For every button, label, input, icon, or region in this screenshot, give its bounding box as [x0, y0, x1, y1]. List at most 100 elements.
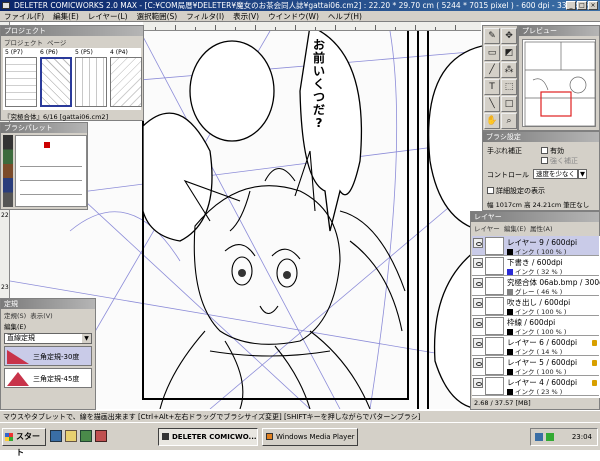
- eye-icon[interactable]: [473, 258, 483, 268]
- taskbar-label: DELETER COMICWO...: [172, 433, 257, 441]
- brush-panel: ブラシパレット: [0, 122, 88, 210]
- page-thumbnail[interactable]: [75, 57, 107, 107]
- menu-layer[interactable]: レイヤー(L): [88, 11, 128, 22]
- start-button[interactable]: スタート: [2, 428, 46, 457]
- eye-icon[interactable]: [473, 278, 483, 288]
- preview-panel-title: プレビュー: [519, 26, 599, 36]
- page-thumbnail[interactable]: [5, 57, 37, 107]
- eye-icon[interactable]: [473, 318, 483, 328]
- ie-icon[interactable]: [50, 430, 62, 442]
- detail-checkbox[interactable]: 詳細設定の表示: [487, 186, 545, 196]
- brush-tool-icon[interactable]: ╱: [484, 62, 500, 78]
- lock-icon[interactable]: [592, 360, 597, 366]
- project-panel: プロジェクト プロジェクト ページ 5 (P7) 6 (P6) 5 (P5) 4…: [0, 25, 144, 121]
- menu-edit[interactable]: 編集(E): [53, 11, 79, 22]
- eye-icon[interactable]: [473, 238, 483, 248]
- page-thumbnail-selected[interactable]: [40, 57, 72, 107]
- desktop-icon[interactable]: [80, 430, 92, 442]
- pen-tool-icon[interactable]: ✎: [484, 28, 500, 44]
- page-thumbnail[interactable]: [110, 57, 142, 107]
- layer-item[interactable]: 枠線 / 600dpi インク ( 100 % ): [472, 316, 599, 336]
- line-tool-icon[interactable]: ╲: [484, 96, 500, 112]
- brush-icon[interactable]: [3, 135, 13, 207]
- tool-palette: ✎ ✥ ▭ ◩ ╱ ⁂ T ⬚ ╲ □ ✋ ⌕: [482, 25, 518, 131]
- eye-icon[interactable]: [473, 378, 483, 388]
- layer-sub: インク ( 100 % ): [515, 368, 567, 376]
- layer-item[interactable]: レイヤー 6 / 600dpi インク ( 14 % ): [472, 336, 599, 356]
- enabled-checkbox[interactable]: 有効: [541, 146, 564, 156]
- horizontal-ruler: [143, 22, 481, 31]
- layer-item[interactable]: 吹き出し / 600dpi インク ( 100 % ): [472, 296, 599, 316]
- brush-settings-panel: ブラシ設定 手ぶれ補正 有効 強く補正 コントロール 速度を少なく ▼ 詳細設定の…: [482, 131, 600, 211]
- close-button[interactable]: ×: [588, 1, 598, 10]
- eye-icon[interactable]: [473, 298, 483, 308]
- enabled-label: 有効: [550, 147, 564, 155]
- strong-checkbox[interactable]: 強く補正: [541, 156, 578, 166]
- speech-char: ?: [315, 116, 323, 130]
- text-tool-icon[interactable]: T: [484, 79, 500, 95]
- page-label: 5 (P5): [75, 49, 93, 56]
- tab-page[interactable]: ページ: [47, 37, 66, 47]
- taskbar: スタート DELETER COMICWO... Windows Media Pl…: [0, 422, 600, 457]
- brush-preview[interactable]: [15, 135, 87, 207]
- ruler-label-22: 22: [1, 212, 9, 219]
- ruler-label-23: 23: [1, 284, 9, 291]
- layer-sub: インク ( 100 % ): [515, 248, 567, 256]
- tab-layer[interactable]: レイヤー: [474, 223, 500, 233]
- menu-window[interactable]: ウインドウ(W): [268, 11, 319, 22]
- folder-icon[interactable]: [65, 430, 77, 442]
- eye-icon[interactable]: [473, 338, 483, 348]
- ruler-select-value: 直線定規: [7, 334, 35, 342]
- fill-tool-icon[interactable]: ◩: [501, 45, 517, 61]
- zoom-tool-icon[interactable]: ⌕: [501, 113, 517, 129]
- minimize-button[interactable]: _: [566, 1, 576, 10]
- shape-tool-icon[interactable]: □: [501, 96, 517, 112]
- move-tool-icon[interactable]: ✥: [501, 28, 517, 44]
- tab-project[interactable]: プロジェクト: [4, 37, 43, 47]
- ruler-select[interactable]: 直線定規 ▼: [4, 333, 92, 344]
- tab-ruler-view[interactable]: 表示(V): [30, 310, 53, 320]
- network-icon[interactable]: [535, 433, 543, 441]
- airbrush-tool-icon[interactable]: ⁂: [501, 62, 517, 78]
- media-icon[interactable]: [95, 430, 107, 442]
- volume-icon[interactable]: [546, 433, 554, 441]
- layer-panel: レイヤー レイヤー 編集(E) 属性(A) レイヤー 9 / 600dpi イン…: [470, 211, 600, 410]
- lock-icon[interactable]: [592, 340, 597, 346]
- layer-thumbnail: [485, 297, 504, 315]
- ruler-item-30[interactable]: 三角定規-30度: [4, 346, 92, 366]
- taskbar-media-player[interactable]: Windows Media Player: [262, 428, 358, 446]
- tab-layer-edit[interactable]: 編集(E): [504, 223, 526, 233]
- chevron-down-icon: ▼: [82, 334, 91, 343]
- tab-layer-attr[interactable]: 属性(A): [530, 223, 553, 233]
- chevron-down-icon: ▼: [578, 169, 587, 179]
- layer-thumbnail: [485, 357, 504, 375]
- preview-viewport[interactable]: [540, 91, 572, 117]
- eraser-tool-icon[interactable]: ▭: [484, 45, 500, 61]
- layer-sub: インク ( 14 % ): [515, 348, 563, 356]
- lock-icon[interactable]: [592, 380, 597, 386]
- eye-icon[interactable]: [473, 358, 483, 368]
- menu-file[interactable]: ファイル(F): [4, 11, 44, 22]
- select-tool-icon[interactable]: ⬚: [501, 79, 517, 95]
- menu-bar: ファイル(F) 編集(E) レイヤー(L) 選択範囲(S) フィルタ(I) 表示…: [0, 11, 600, 22]
- menu-view[interactable]: 表示(V): [233, 11, 259, 22]
- window-title-bar: DELETER COMICWORKS 2.0 MAX - [C:¥COM局厝¥D…: [0, 0, 600, 11]
- taskbar-deleter[interactable]: DELETER COMICWO...: [158, 428, 258, 446]
- ruler-edit-menu[interactable]: 編集(E): [1, 321, 95, 331]
- maximize-button[interactable]: □: [577, 1, 587, 10]
- layer-list: レイヤー 9 / 600dpi インク ( 100 % ) 下書き / 600d…: [472, 236, 600, 398]
- layer-item[interactable]: レイヤー 5 / 600dpi インク ( 100 % ): [472, 356, 599, 376]
- control-select[interactable]: 速度を少なく ▼: [533, 169, 587, 179]
- hand-tool-icon[interactable]: ✋: [484, 113, 500, 129]
- menu-help[interactable]: ヘルプ(H): [328, 11, 362, 22]
- tab-ruler[interactable]: 定規(S): [4, 310, 26, 320]
- layer-item[interactable]: レイヤー 4 / 600dpi インク ( 23 % ): [472, 376, 599, 396]
- menu-selection[interactable]: 選択範囲(S): [137, 11, 178, 22]
- layer-item[interactable]: レイヤー 9 / 600dpi インク ( 100 % ): [472, 236, 599, 256]
- layer-item[interactable]: 究極合体 06ab.bmp / 300dpi グレー ( 46 % ): [472, 276, 600, 296]
- ruler-item-45[interactable]: 三角定規-45度: [4, 368, 92, 388]
- detail-label: 詳細設定の表示: [496, 187, 545, 195]
- menu-filter[interactable]: フィルタ(I): [186, 11, 224, 22]
- layer-item[interactable]: 下書き / 600dpi インク ( 32 % ): [472, 256, 599, 276]
- preview-image[interactable]: [522, 39, 596, 127]
